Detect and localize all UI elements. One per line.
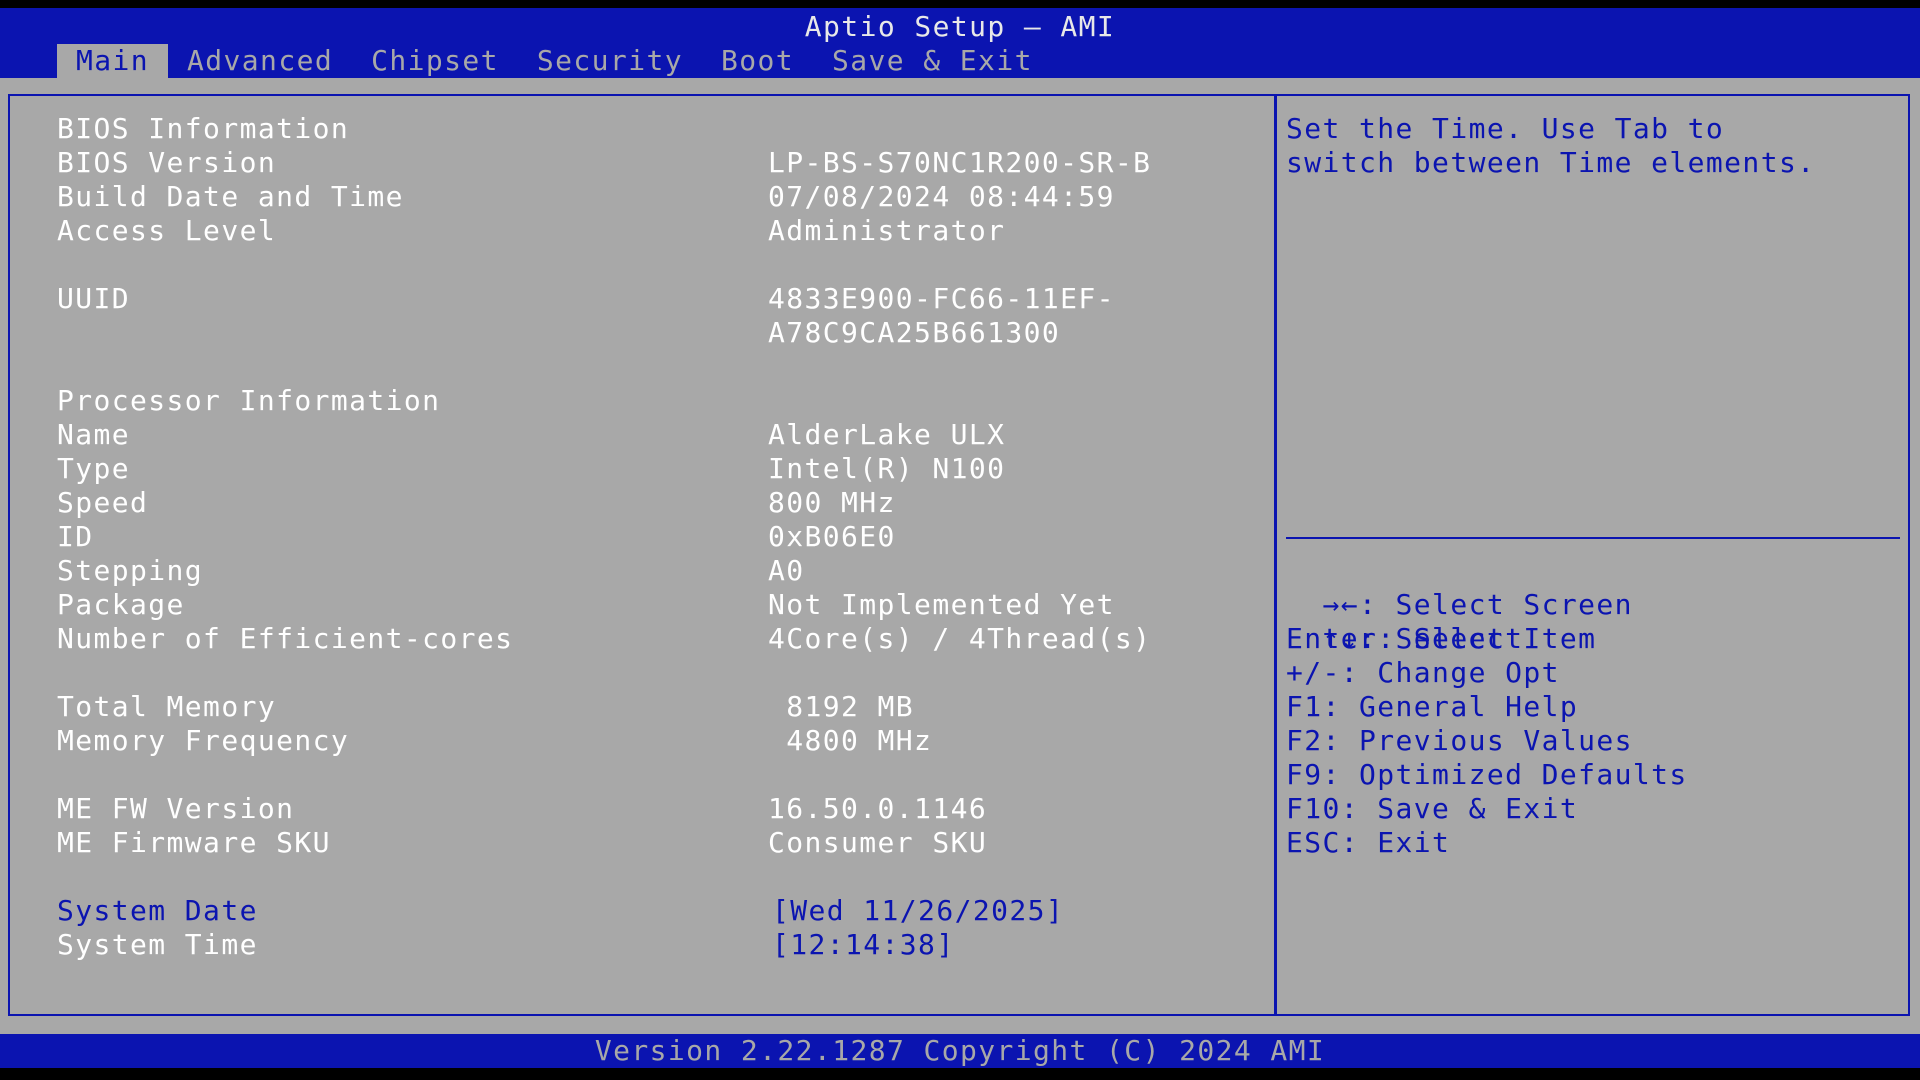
cpu-type-value: Intel(R) N100 xyxy=(768,452,1006,485)
key-change-opt: +/-: Change Opt xyxy=(1286,656,1560,689)
tab-save-exit[interactable]: Save & Exit xyxy=(813,44,1052,78)
total-memory-label: Total Memory xyxy=(57,690,277,723)
tab-advanced[interactable]: Advanced xyxy=(168,44,352,78)
efficient-cores-value: 4Core(s) / 4Thread(s) xyxy=(768,622,1152,655)
key-select-screen: →←: Select Screen xyxy=(1286,554,1633,621)
memory-frequency-label: Memory Frequency xyxy=(57,724,350,757)
system-time-value[interactable]: [12:14:38] xyxy=(772,928,955,962)
access-level-label: Access Level xyxy=(57,214,277,247)
help-divider xyxy=(1286,537,1900,539)
cpu-name-label: Name xyxy=(57,418,131,451)
tab-security[interactable]: Security xyxy=(518,44,702,78)
processor-info-heading: Processor Information xyxy=(57,384,441,417)
cpu-package-label: Package xyxy=(57,588,185,621)
uuid-value-line1: 4833E900-FC66-11EF- xyxy=(768,282,1115,315)
me-firmware-sku-value: Consumer SKU xyxy=(768,826,988,859)
cpu-stepping-label: Stepping xyxy=(57,554,204,587)
key-select-item: ↑↓: Select Item xyxy=(1286,588,1596,655)
help-text-line2: switch between Time elements. xyxy=(1286,146,1816,179)
help-text-line1: Set the Time. Use Tab to xyxy=(1286,112,1725,145)
system-date-label[interactable]: System Date xyxy=(57,894,258,928)
cpu-speed-label: Speed xyxy=(57,486,149,519)
me-fw-version-value: 16.50.0.1146 xyxy=(768,792,988,825)
cpu-id-label: ID xyxy=(57,520,94,553)
tab-main[interactable]: Main xyxy=(57,44,169,78)
tab-chipset[interactable]: Chipset xyxy=(352,44,518,78)
bios-info-heading: BIOS Information xyxy=(57,112,350,145)
build-date-value: 07/08/2024 08:44:59 xyxy=(768,180,1115,213)
uuid-label: UUID xyxy=(57,282,131,315)
version-footer: Version 2.22.1287 Copyright (C) 2024 AMI xyxy=(0,1034,1920,1068)
system-date-value[interactable]: [Wed 11/26/2025] xyxy=(772,894,1064,928)
access-level-value: Administrator xyxy=(768,214,1006,247)
key-esc: ESC: Exit xyxy=(1286,826,1451,859)
bios-version-label: BIOS Version xyxy=(57,146,277,179)
vertical-divider xyxy=(1274,94,1277,1016)
me-firmware-sku-label: ME Firmware SKU xyxy=(57,826,331,859)
build-date-label: Build Date and Time xyxy=(57,180,404,213)
key-f10: F10: Save & Exit xyxy=(1286,792,1579,825)
cpu-name-value: AlderLake ULX xyxy=(768,418,1006,451)
efficient-cores-label: Number of Efficient-cores xyxy=(57,622,514,655)
tab-boot[interactable]: Boot xyxy=(702,44,813,78)
key-f1: F1: General Help xyxy=(1286,690,1579,723)
bios-version-value: LP-BS-S70NC1R200-SR-B xyxy=(768,146,1152,179)
system-time-label[interactable]: System Time xyxy=(57,928,258,962)
menu-tabs: Main Advanced Chipset Security Boot Save… xyxy=(57,44,1052,78)
me-fw-version-label: ME FW Version xyxy=(57,792,295,825)
cpu-package-value: Not Implemented Yet xyxy=(768,588,1115,621)
key-f2: F2: Previous Values xyxy=(1286,724,1633,757)
cpu-id-value: 0xB06E0 xyxy=(768,520,896,553)
cpu-type-label: Type xyxy=(57,452,131,485)
key-enter: Enter: Select xyxy=(1286,622,1524,655)
uuid-value-line2: A78C9CA25B661300 xyxy=(768,316,1061,349)
cpu-speed-value: 800 MHz xyxy=(768,486,896,519)
total-memory-value: 8192 MB xyxy=(768,690,915,723)
key-f9: F9: Optimized Defaults xyxy=(1286,758,1688,791)
app-title: Aptio Setup – AMI xyxy=(804,10,1116,43)
memory-frequency-value: 4800 MHz xyxy=(768,724,933,757)
cpu-stepping-value: A0 xyxy=(768,554,805,587)
